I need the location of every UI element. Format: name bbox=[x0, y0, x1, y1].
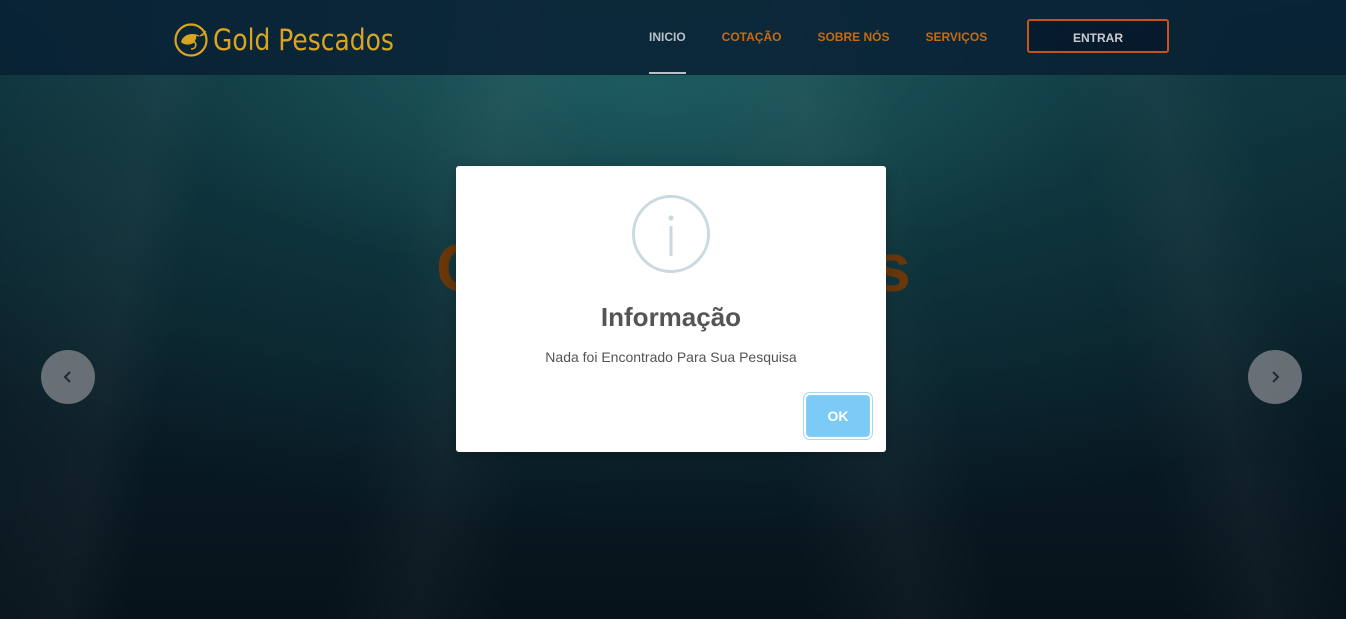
login-button[interactable]: ENTRAR bbox=[1027, 19, 1169, 53]
chevron-right-icon bbox=[1272, 371, 1280, 383]
logo-text: Gold Pescados bbox=[213, 23, 394, 57]
nav-item-sobre-nos[interactable]: SOBRE NÓS bbox=[817, 0, 889, 75]
info-icon bbox=[632, 195, 710, 273]
ok-button[interactable]: OK bbox=[806, 395, 870, 437]
logo[interactable]: Gold Pescados bbox=[173, 20, 423, 60]
carousel-prev-button[interactable] bbox=[41, 350, 95, 404]
nav-item-inicio[interactable]: INICIO bbox=[649, 0, 686, 75]
carousel-next-button[interactable] bbox=[1248, 350, 1302, 404]
info-dialog: Informação Nada foi Encontrado Para Sua … bbox=[456, 166, 886, 452]
main-nav: INICIO COTAÇÃO SOBRE NÓS SERVIÇOS bbox=[649, 0, 1023, 75]
chevron-left-icon bbox=[63, 371, 71, 383]
nav-item-cotacao[interactable]: COTAÇÃO bbox=[722, 0, 782, 75]
page: C s Gold Pescados INICIO COTAÇÃO SOBRE N… bbox=[0, 0, 1346, 619]
shrimp-logo-icon bbox=[174, 23, 208, 57]
nav-item-servicos[interactable]: SERVIÇOS bbox=[925, 0, 987, 75]
site-header: Gold Pescados INICIO COTAÇÃO SOBRE NÓS S… bbox=[0, 0, 1346, 75]
dialog-title: Informação bbox=[600, 302, 742, 332]
dialog-message: Nada foi Encontrado Para Sua Pesquisa bbox=[545, 349, 797, 365]
